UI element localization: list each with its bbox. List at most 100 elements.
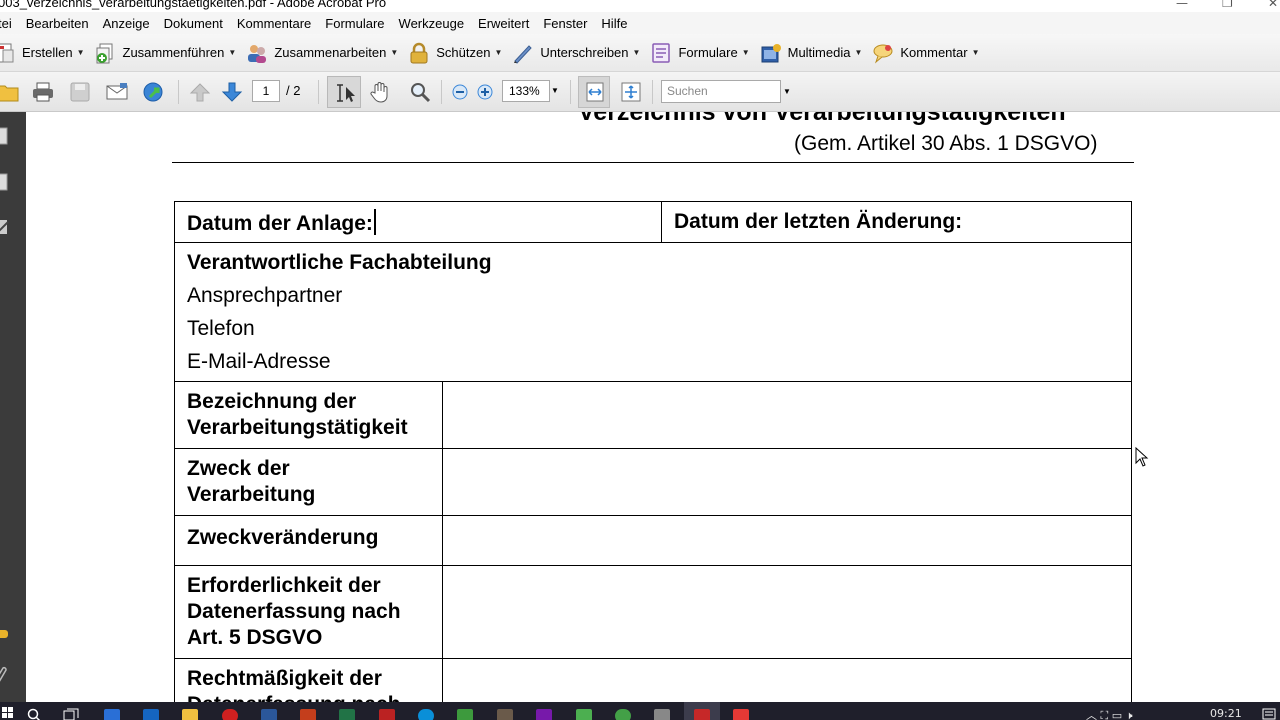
navigation-toolbar: [0, 72, 1280, 112]
pages-icon[interactable]: [0, 126, 10, 148]
email-icon[interactable]: [105, 81, 129, 103]
toolbar-separator: [318, 80, 319, 104]
start-icon[interactable]: [2, 707, 14, 719]
column-divider: [661, 202, 662, 242]
outlook-icon[interactable]: [143, 709, 159, 720]
filezilla-icon[interactable]: [379, 709, 395, 720]
formulare-button[interactable]: Formulare ▼: [650, 39, 750, 67]
explorer-icon[interactable]: [182, 709, 198, 720]
next-page-icon[interactable]: [220, 81, 244, 103]
kommentar-button[interactable]: Kommentar ▼: [872, 39, 980, 67]
zoom-input[interactable]: 133%: [502, 80, 550, 102]
gimp-icon[interactable]: [497, 709, 513, 720]
row-label-line: Art. 5 DSGVO: [187, 626, 323, 649]
hand-tool-icon[interactable]: [369, 81, 393, 103]
notepad-plus-icon[interactable]: [457, 709, 473, 720]
purpose-field[interactable]: [443, 449, 1131, 515]
task-toolbar: Erstellen ▼ Zusammenführen ▼ Zusammenarbei…: [0, 34, 1280, 72]
zoom-in-icon[interactable]: [474, 81, 498, 103]
onenote-icon[interactable]: [536, 709, 552, 720]
unterschreiben-button[interactable]: Unterschreiben ▼: [512, 39, 640, 67]
ie-icon[interactable]: [104, 709, 120, 720]
tray-icons[interactable]: ︿ ⛶ ▭ 🕨: [1086, 707, 1133, 720]
page-number-input[interactable]: 1: [252, 80, 280, 102]
save-icon[interactable]: [68, 81, 92, 103]
department-label[interactable]: Verantwortliche Fachabteilung: [187, 250, 492, 276]
comments-panel-icon[interactable]: [0, 624, 10, 646]
menu-datei[interactable]: tei: [0, 16, 12, 31]
task-view-icon[interactable]: [63, 708, 79, 720]
menu-bearbeiten[interactable]: Bearbeiten: [26, 16, 89, 31]
skype-icon[interactable]: [418, 709, 434, 720]
maximize-button[interactable]: ❐: [1222, 0, 1233, 10]
attachments-icon[interactable]: [0, 664, 10, 686]
menu-kommentare[interactable]: Kommentare: [237, 16, 311, 31]
lock-icon: [410, 42, 428, 63]
purpose-change-field[interactable]: [443, 516, 1131, 565]
chevron-down-icon: ▼: [632, 48, 641, 57]
menu-anzeige[interactable]: Anzeige: [103, 16, 150, 31]
full-screen-icon[interactable]: [619, 81, 643, 103]
processing-name-field[interactable]: [443, 382, 1131, 448]
powerpoint-icon[interactable]: [300, 709, 316, 720]
table-row: Verantwortliche Fachabteilung Ansprechpa…: [175, 243, 1131, 382]
date-changed-label[interactable]: Datum der letzten Änderung:: [674, 209, 962, 235]
menu-dokument[interactable]: Dokument: [164, 16, 223, 31]
date-created-field[interactable]: Datum der Anlage:: [187, 209, 376, 237]
notifications-icon[interactable]: [1262, 708, 1276, 720]
select-tool-button[interactable]: [327, 76, 361, 108]
multimedia-button[interactable]: Multimedia ▼: [760, 39, 863, 67]
open-folder-icon[interactable]: [0, 81, 20, 103]
search-icon[interactable]: [27, 708, 41, 720]
film-icon: [761, 43, 781, 62]
speech-bubble-icon: [873, 44, 893, 64]
fit-width-icon: [586, 82, 604, 102]
app-green-icon[interactable]: [576, 709, 592, 720]
text-cursor: [373, 209, 376, 235]
menu-erweitert[interactable]: Erweitert: [478, 16, 529, 31]
zoom-out-icon[interactable]: [449, 81, 473, 103]
search-dropdown-icon[interactable]: ▼: [783, 87, 791, 96]
excel-icon[interactable]: [339, 709, 355, 720]
menu-hilfe[interactable]: Hilfe: [601, 16, 627, 31]
close-button[interactable]: ✕: [1268, 0, 1278, 10]
menu-formulare[interactable]: Formulare: [325, 16, 384, 31]
phone-label[interactable]: Telefon: [187, 316, 255, 342]
chevron-down-icon: ▼: [854, 48, 863, 57]
menu-fenster[interactable]: Fenster: [543, 16, 587, 31]
print-icon[interactable]: [31, 81, 55, 103]
previous-page-icon[interactable]: [188, 81, 212, 103]
zoom-tool-icon[interactable]: [408, 81, 432, 103]
opera-icon[interactable]: [222, 709, 238, 720]
collaborate-globe-icon[interactable]: [142, 81, 166, 103]
signatures-icon[interactable]: [0, 216, 10, 238]
navigation-panel: [0, 112, 26, 702]
minimize-button[interactable]: —: [1176, 0, 1188, 10]
zusammenfuehren-button[interactable]: Zusammenführen ▼: [95, 39, 236, 67]
fit-width-button[interactable]: [578, 76, 610, 108]
bookmarks-icon[interactable]: [0, 172, 10, 194]
menu-werkzeuge[interactable]: Werkzeuge: [399, 16, 465, 31]
zusammenarbeiten-button[interactable]: Zusammenarbeiten ▼: [246, 39, 398, 67]
lawfulness-field[interactable]: [443, 659, 1131, 702]
email-label[interactable]: E-Mail-Adresse: [187, 349, 331, 375]
app-sync-icon[interactable]: [615, 709, 631, 720]
photos-icon[interactable]: [654, 709, 670, 720]
zoom-dropdown-icon[interactable]: ▼: [551, 86, 559, 95]
word-icon[interactable]: [261, 709, 277, 720]
acrobat-taskbar-icon[interactable]: [694, 709, 710, 720]
contact-label[interactable]: Ansprechpartner: [187, 283, 342, 309]
chevron-down-icon: ▼: [76, 48, 85, 57]
mouse-pointer-icon: [1135, 447, 1149, 467]
app-red-icon[interactable]: [733, 709, 749, 720]
schuetzen-button[interactable]: Schützen ▼: [408, 39, 502, 67]
date-created-label: Datum der Anlage:: [187, 212, 373, 235]
necessity-field[interactable]: [443, 566, 1131, 658]
windows-taskbar: ︿ ⛶ ▭ 🕨 09:21: [0, 702, 1280, 720]
erstellen-button[interactable]: Erstellen ▼: [0, 39, 85, 67]
clock[interactable]: 09:21: [1210, 707, 1242, 720]
title-rule: [172, 162, 1134, 163]
document-view[interactable]: Verzeichnis von Verarbeitungstätigkeiten…: [26, 112, 1280, 702]
search-input[interactable]: Suchen: [661, 80, 781, 103]
page-total: / 2: [286, 83, 301, 98]
